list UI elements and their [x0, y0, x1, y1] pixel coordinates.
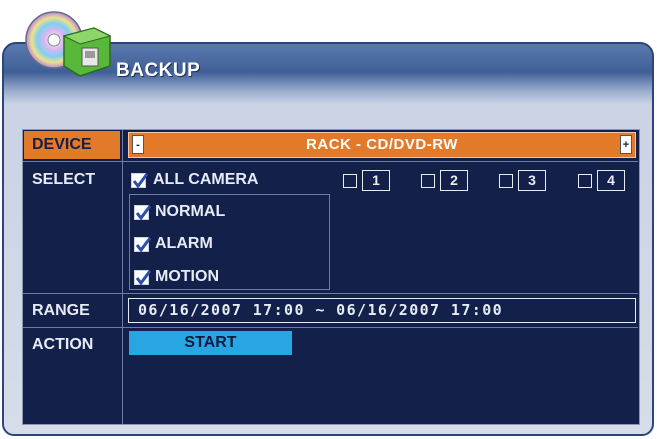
device-label: DEVICE — [24, 131, 120, 159]
camera-3-checkbox[interactable] — [499, 174, 513, 188]
backup-disc-icon — [25, 11, 112, 77]
camera-3-label: 3 — [518, 170, 546, 191]
camera-2-label: 2 — [440, 170, 468, 191]
window-title: BACKUP — [116, 60, 201, 81]
checkmark-icon — [135, 237, 152, 253]
checkmark-icon — [132, 173, 149, 189]
column-divider — [122, 130, 123, 424]
camera-1-checkbox[interactable] — [343, 174, 357, 188]
all-camera-checkbox[interactable] — [131, 173, 149, 189]
alarm-checkbox[interactable] — [134, 237, 152, 253]
device-next-button[interactable]: + — [620, 135, 632, 154]
row-divider-device — [23, 161, 638, 162]
motion-checkbox[interactable] — [134, 270, 152, 286]
device-value: RACK - CD/DVD-RW — [306, 136, 458, 153]
checkmark-icon — [135, 205, 152, 221]
normal-checkbox[interactable] — [134, 205, 152, 221]
start-button[interactable]: START — [129, 331, 292, 355]
select-label: SELECT — [32, 171, 96, 188]
camera-4-label: 4 — [597, 170, 625, 191]
all-camera-label: ALL CAMERA — [153, 171, 259, 188]
device-selector[interactable]: - RACK - CD/DVD-RW + — [128, 132, 636, 158]
camera-1-label: 1 — [362, 170, 390, 191]
normal-label: NORMAL — [155, 203, 226, 220]
range-input[interactable]: 06/16/2007 17:00 ~ 06/16/2007 17:00 — [128, 298, 636, 323]
action-label: ACTION — [32, 336, 94, 353]
checkmark-icon — [135, 270, 152, 286]
row-divider-range — [23, 327, 638, 328]
camera-2-checkbox[interactable] — [421, 174, 435, 188]
alarm-label: ALARM — [155, 235, 213, 252]
camera-4-checkbox[interactable] — [578, 174, 592, 188]
row-divider-select — [23, 293, 638, 294]
motion-label: MOTION — [155, 268, 219, 285]
range-label: RANGE — [32, 302, 90, 319]
